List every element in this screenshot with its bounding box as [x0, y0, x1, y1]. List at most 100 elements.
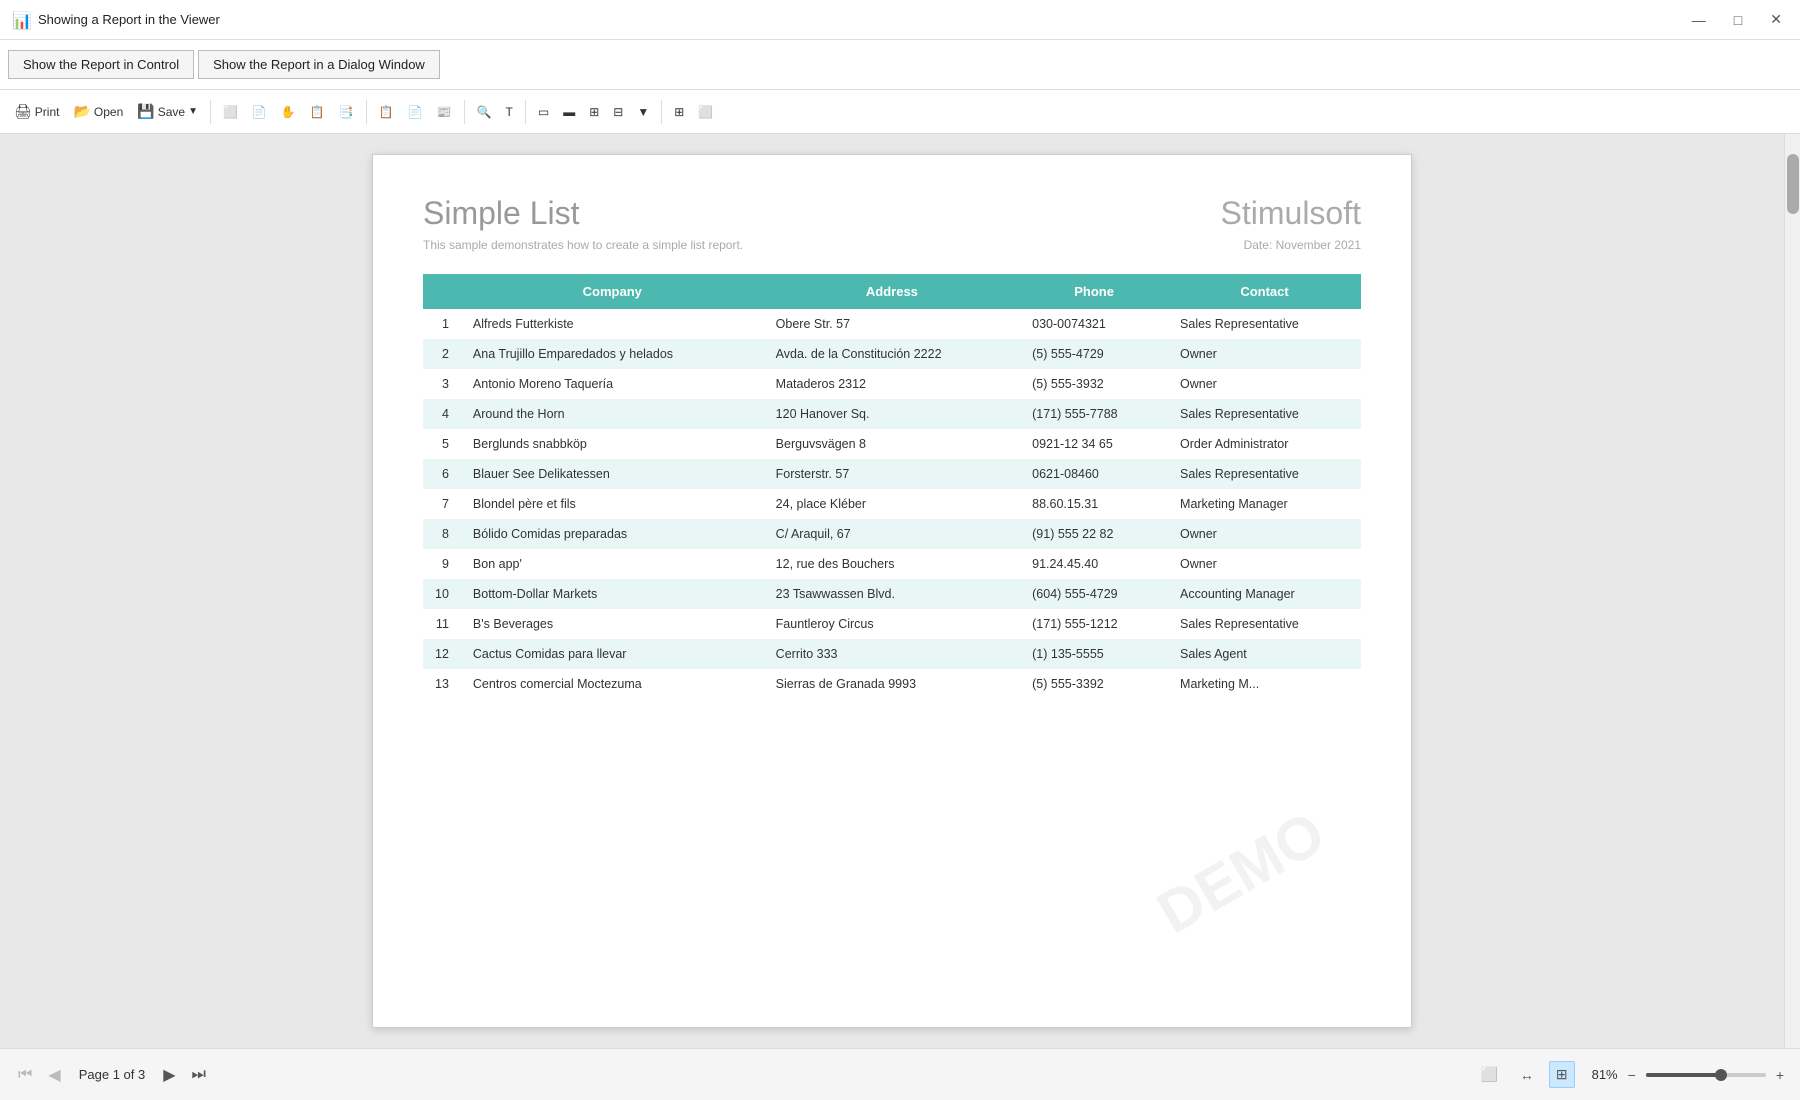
row-number: 12	[423, 639, 461, 669]
table-cell: 0621-08460	[1020, 459, 1168, 489]
table-row: 5Berglunds snabbköpBerguvsvägen 80921-12…	[423, 429, 1361, 459]
toolbar: 🖨 Print 📂 Open 💾 Save ▼ ⬜ 📄 ✋ 📋 📑 📋 📄 📰 …	[0, 90, 1800, 134]
open-button[interactable]: 📂 Open	[67, 99, 129, 124]
maximize-button[interactable]: □	[1728, 10, 1748, 30]
report-subtitle: This sample demonstrates how to create a…	[423, 238, 743, 252]
table-row: 7Blondel père et fils24, place Kléber88.…	[423, 489, 1361, 519]
tb-hand-btn[interactable]: ✋	[275, 101, 302, 123]
table-cell: 030-0074321	[1020, 309, 1168, 339]
table-cell: Fauntleroy Circus	[764, 609, 1020, 639]
tb-nav-btn[interactable]: 📑	[333, 101, 360, 123]
print-label: Print	[35, 105, 60, 119]
col-phone-header: Phone	[1020, 274, 1168, 309]
tb-btn-2[interactable]: 📄	[246, 101, 273, 123]
single-page-view-button[interactable]: ⬜	[1473, 1061, 1504, 1088]
tb-btn-pg1[interactable]: 📋	[373, 101, 400, 123]
table-cell: Ana Trujillo Emparedados y helados	[461, 339, 764, 369]
table-cell: (171) 555-1212	[1020, 609, 1168, 639]
next-page-button[interactable]: ▶	[157, 1061, 181, 1089]
zoom-slider-thumb[interactable]	[1715, 1069, 1727, 1081]
show-in-control-button[interactable]: Show the Report in Control	[8, 50, 194, 79]
last-page-button[interactable]: ⏭	[186, 1062, 212, 1088]
table-row: 10Bottom-Dollar Markets23 Tsawwassen Blv…	[423, 579, 1361, 609]
close-button[interactable]: ✕	[1764, 9, 1788, 30]
table-cell: Owner	[1168, 519, 1361, 549]
save-label: Save	[158, 105, 185, 119]
table-cell: C/ Araquil, 67	[764, 519, 1020, 549]
table-cell: Antonio Moreno Taquería	[461, 369, 764, 399]
table-cell: 120 Hanover Sq.	[764, 399, 1020, 429]
table-cell: Sales Representative	[1168, 459, 1361, 489]
statusbar: ⏮ ◀ Page 1 of 3 ▶ ⏭ ⬜ ↔ ⊞ 81% − +	[0, 1048, 1800, 1100]
table-cell: Sales Representative	[1168, 399, 1361, 429]
table-cell: 12, rue des Bouchers	[764, 549, 1020, 579]
report-viewer[interactable]: Simple List Stimulsoft This sample demon…	[0, 134, 1784, 1048]
table-cell: 23 Tsawwassen Blvd.	[764, 579, 1020, 609]
tb-btn-pg2[interactable]: 📄	[402, 101, 429, 123]
layout4-icon: ⊟	[613, 105, 623, 119]
tb-layout2-btn[interactable]: ▬	[557, 101, 581, 123]
col-company-header: Company	[461, 274, 764, 309]
tb-layout3-btn[interactable]: ⊞	[583, 101, 605, 123]
scrollbar-thumb[interactable]	[1787, 154, 1799, 214]
titlebar-left: 📊 Showing a Report in the Viewer	[12, 11, 220, 29]
table-cell: Obere Str. 57	[764, 309, 1020, 339]
table-cell: 88.60.15.31	[1020, 489, 1168, 519]
table-cell: (91) 555 22 82	[1020, 519, 1168, 549]
table-cell: Owner	[1168, 339, 1361, 369]
toolbar-separator-3	[464, 100, 465, 124]
tb-layout5-btn[interactable]: ▼	[631, 101, 655, 123]
tb-layout4-btn[interactable]: ⊟	[607, 101, 629, 123]
tb-page-btn[interactable]: ⬜	[217, 101, 244, 123]
table-row: 1Alfreds FutterkisteObere Str. 57030-007…	[423, 309, 1361, 339]
report-brand: Stimulsoft	[1221, 195, 1361, 232]
table-cell: Accounting Manager	[1168, 579, 1361, 609]
table-cell: Sales Representative	[1168, 609, 1361, 639]
print-button[interactable]: 🖨 Print	[8, 99, 65, 124]
row-number: 1	[423, 309, 461, 339]
table-cell: Forsterstr. 57	[764, 459, 1020, 489]
tb-zoom-btn[interactable]: ⊞	[668, 101, 690, 123]
table-cell: Blauer See Delikatessen	[461, 459, 764, 489]
tb-page-icon: ⬜	[223, 105, 238, 119]
tb-layout1-btn[interactable]: ▭	[532, 101, 555, 123]
table-cell: Sierras de Granada 9993	[764, 669, 1020, 699]
table-row: 8Bólido Comidas preparadasC/ Araquil, 67…	[423, 519, 1361, 549]
prev-page-button[interactable]: ◀	[42, 1061, 66, 1089]
zoom-in-button[interactable]: +	[1772, 1065, 1788, 1085]
table-cell: Avda. de la Constitución 2222	[764, 339, 1020, 369]
fit-width-button[interactable]: ↔	[1513, 1062, 1541, 1088]
save-icon: 💾	[137, 103, 154, 120]
vertical-scrollbar[interactable]	[1784, 134, 1800, 1048]
row-number: 9	[423, 549, 461, 579]
show-in-dialog-button[interactable]: Show the Report in a Dialog Window	[198, 50, 440, 79]
row-number: 2	[423, 339, 461, 369]
zoom-slider[interactable]	[1646, 1073, 1766, 1077]
save-button[interactable]: 💾 Save ▼	[131, 99, 204, 124]
table-cell: Berguvsvägen 8	[764, 429, 1020, 459]
tb-search-btn[interactable]: 🔍	[471, 101, 498, 123]
row-number: 8	[423, 519, 461, 549]
table-cell: Mataderos 2312	[764, 369, 1020, 399]
print-icon: 🖨	[14, 103, 32, 120]
zoom-label: 81%	[1583, 1067, 1618, 1082]
tb-copy-btn[interactable]: 📋	[304, 101, 331, 123]
zoom-icon: ⊞	[674, 105, 684, 119]
tb-btn-pg3[interactable]: 📰	[431, 101, 458, 123]
table-row: 2Ana Trujillo Emparedados y heladosAvda.…	[423, 339, 1361, 369]
grid-view-button[interactable]: ⊞	[1549, 1061, 1575, 1088]
tb-text-btn[interactable]: T	[500, 101, 519, 123]
table-cell: 91.24.45.40	[1020, 549, 1168, 579]
minimize-button[interactable]: —	[1686, 10, 1712, 30]
row-number: 4	[423, 399, 461, 429]
report-title: Simple List	[423, 195, 580, 232]
zoom-out-button[interactable]: −	[1624, 1065, 1640, 1085]
titlebar-controls: — □ ✕	[1686, 9, 1788, 30]
tb-fullscreen-btn[interactable]: ⬜	[692, 101, 719, 123]
window-title: Showing a Report in the Viewer	[38, 12, 220, 27]
pg2-icon: 📄	[408, 105, 423, 119]
table-cell: (1) 135-5555	[1020, 639, 1168, 669]
toolbar-separator-1	[210, 100, 211, 124]
first-page-button[interactable]: ⏮	[12, 1062, 38, 1088]
table-cell: (171) 555-7788	[1020, 399, 1168, 429]
